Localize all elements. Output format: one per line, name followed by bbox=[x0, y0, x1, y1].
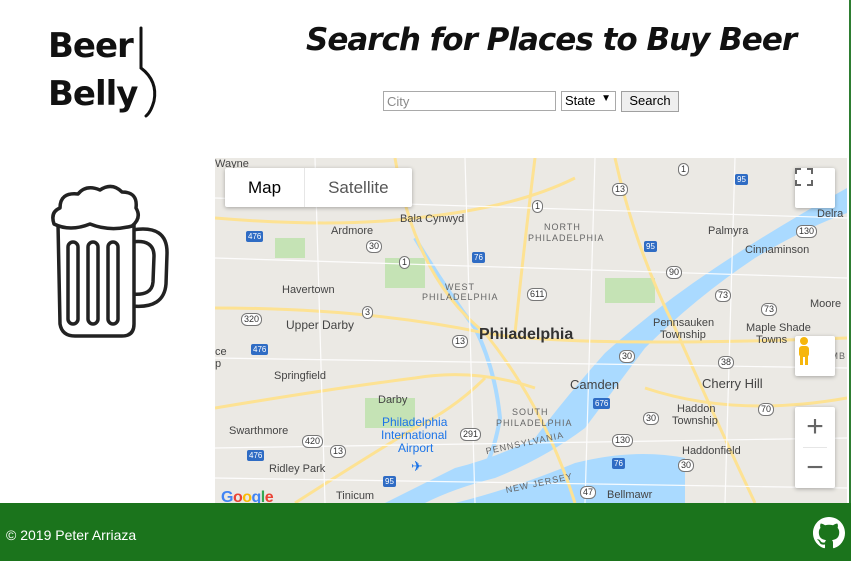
map-label-swarthmore: Swarthmore bbox=[229, 425, 289, 437]
shield-3-icon: 3 bbox=[362, 306, 374, 319]
shield-47-icon: 47 bbox=[580, 486, 597, 499]
map-label-bala-cynwyd: Bala Cynwyd bbox=[400, 213, 465, 225]
map-label-havertown: Havertown bbox=[282, 284, 335, 296]
map-label-maple-shade-towns: Towns bbox=[756, 334, 788, 346]
map-label-philadelphia: Philadelphia bbox=[479, 326, 574, 343]
shield-1-icon: 1 bbox=[532, 200, 544, 213]
map-label-north-1: NORTH bbox=[544, 222, 581, 232]
shield-76-icon: 76 bbox=[472, 252, 485, 263]
shield-30-icon: 30 bbox=[366, 240, 383, 253]
footer: © 2019 Peter Arriaza bbox=[0, 503, 851, 561]
map-label-north-2: PHILADELPHIA bbox=[528, 233, 605, 243]
footer-copyright: © 2019 Peter Arriaza bbox=[6, 527, 137, 543]
map-label-moore: Moore bbox=[810, 298, 842, 310]
github-icon[interactable] bbox=[813, 517, 845, 549]
map-type-satellite-button[interactable]: Satellite bbox=[305, 168, 411, 207]
shield-38-icon: 38 bbox=[718, 356, 735, 369]
state-select-value: State bbox=[565, 93, 596, 108]
map-label-cherry-hill: Cherry Hill bbox=[702, 376, 763, 391]
street-view-button[interactable] bbox=[795, 336, 835, 376]
page-title: Search for Places to Buy Beer bbox=[306, 22, 797, 58]
shield-130-north-icon: 130 bbox=[796, 225, 818, 238]
map-label-ridley-park: Ridley Park bbox=[269, 463, 326, 475]
map-label-pennsauken-township: Township bbox=[660, 329, 706, 341]
google-logo[interactable]: Google bbox=[221, 489, 274, 503]
shield-30-east-icon: 30 bbox=[619, 350, 636, 363]
search-button[interactable]: Search bbox=[621, 91, 679, 112]
map-label-delra: Delra bbox=[817, 208, 844, 220]
shield-95-icon: 95 bbox=[644, 241, 657, 252]
map-label-darby: Darby bbox=[378, 394, 408, 406]
shield-476-south-icon: 476 bbox=[247, 450, 265, 461]
map-type-control: Map Satellite bbox=[225, 168, 412, 207]
shield-1-north-icon: 1 bbox=[678, 163, 690, 176]
map-label-haddonfield: Haddonfield bbox=[682, 445, 741, 457]
shield-420-icon: 420 bbox=[302, 435, 324, 448]
shield-30-haddonfield-icon: 30 bbox=[678, 459, 695, 472]
zoom-control: + − bbox=[795, 407, 835, 488]
shield-95-south-icon: 95 bbox=[383, 476, 396, 487]
airport-icon: ✈ bbox=[411, 458, 423, 474]
logo-word-belly: Belly bbox=[48, 74, 138, 114]
shield-70-icon: 70 bbox=[758, 403, 775, 416]
shield-130-icon: 130 bbox=[612, 434, 634, 447]
beer-mug-icon bbox=[51, 184, 169, 338]
zoom-out-button[interactable]: − bbox=[795, 448, 835, 488]
shield-95-north-icon: 95 bbox=[735, 174, 748, 185]
map-type-map-button[interactable]: Map bbox=[225, 168, 306, 207]
map-label-maple-shade: Maple Shade bbox=[746, 322, 811, 334]
map-label-pennsauken: Pennsauken bbox=[653, 317, 715, 329]
beer-belly-logo[interactable]: Beer Belly bbox=[48, 26, 178, 121]
shield-676-icon: 676 bbox=[593, 398, 611, 409]
map-label-west-2: PHILADELPHIA bbox=[422, 292, 499, 302]
map-label-springfield: Springfield bbox=[274, 370, 326, 382]
shield-320-icon: 320 bbox=[241, 313, 263, 326]
shield-73-icon: 73 bbox=[761, 303, 778, 316]
fullscreen-button[interactable] bbox=[795, 168, 835, 208]
shield-476-icon: 476 bbox=[246, 231, 264, 242]
shield-30-south-icon: 30 bbox=[643, 412, 660, 425]
shield-13-south-icon: 13 bbox=[330, 445, 347, 458]
map-label-airport-3: Airport bbox=[398, 441, 434, 455]
belly-curve-icon bbox=[139, 26, 157, 118]
map-label-tinicum: Tinicum bbox=[336, 490, 375, 502]
map-label-south-1: SOUTH bbox=[512, 407, 549, 417]
city-input[interactable] bbox=[383, 91, 556, 111]
map-view[interactable]: Philadelphia Camden Ardmore Bala Cynwyd … bbox=[215, 158, 847, 503]
shield-291-icon: 291 bbox=[460, 428, 482, 441]
logo-word-beer: Beer bbox=[48, 26, 134, 66]
map-label-upper-darby: Upper Darby bbox=[286, 318, 355, 332]
map-label-airport-1: Philadelphia bbox=[382, 415, 448, 429]
fullscreen-icon bbox=[795, 168, 813, 186]
map-label-bellmawr: Bellmawr bbox=[607, 489, 653, 501]
shield-73-north-icon: 73 bbox=[715, 289, 732, 302]
shield-1-west-icon: 1 bbox=[399, 256, 411, 269]
map-label-south-2: PHILADELPHIA bbox=[496, 418, 573, 428]
pegman-icon bbox=[799, 337, 809, 365]
map-label-cinnaminson: Cinnaminson bbox=[745, 244, 810, 256]
zoom-in-button[interactable]: + bbox=[795, 407, 835, 447]
map-label-haddon: Haddon bbox=[677, 403, 716, 415]
map-label-west-1: WEST bbox=[445, 282, 475, 292]
map-label-ardmore: Ardmore bbox=[331, 225, 374, 237]
shield-476-mid-icon: 476 bbox=[251, 344, 269, 355]
map-label-p: p bbox=[215, 358, 222, 370]
map-label-ce: ce bbox=[215, 346, 227, 358]
state-select[interactable]: State ▼ bbox=[561, 91, 616, 111]
shield-611-icon: 611 bbox=[527, 288, 548, 301]
map-label-palmyra: Palmyra bbox=[708, 225, 749, 237]
shield-76-south-icon: 76 bbox=[612, 458, 625, 469]
map-label-airport-2: International bbox=[381, 428, 448, 442]
shield-13-north-icon: 13 bbox=[612, 183, 629, 196]
shield-90-icon: 90 bbox=[666, 266, 683, 279]
map-label-camden: Camden bbox=[570, 377, 620, 392]
map-label-haddon-township: Township bbox=[672, 415, 718, 427]
dropdown-arrow-icon: ▼ bbox=[601, 93, 611, 104]
shield-13-icon: 13 bbox=[452, 335, 469, 348]
